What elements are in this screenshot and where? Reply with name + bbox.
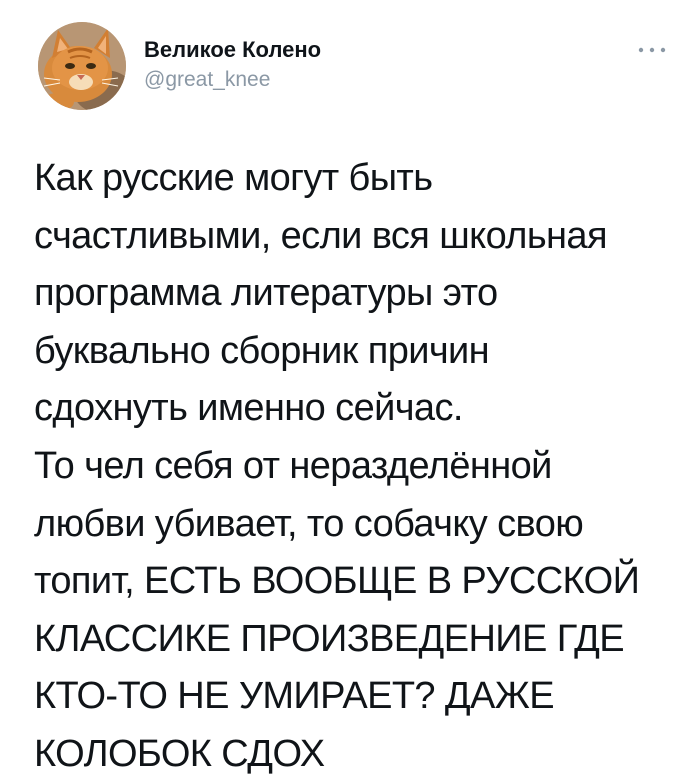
cat-avatar-icon[interactable] <box>38 22 126 110</box>
tweet-text-line: КОЛОБОК СДОХ <box>34 732 325 775</box>
author-display-name[interactable]: Великое Колено <box>144 36 321 64</box>
tweet-header: Великое Колено @great_knee <box>38 22 678 118</box>
tweet-text-line: КЛАССИКЕ ПРОИЗВЕДЕНИЕ ГДЕ <box>34 617 625 660</box>
tweet-text-line: программа литературы это <box>34 272 498 315</box>
more-options-button[interactable] <box>634 40 670 60</box>
tweet-text-line: КТО-ТО НЕ УМИРАЕТ? ДАЖЕ <box>34 675 555 718</box>
author-names: Великое Колено @great_knee <box>144 36 321 94</box>
tweet-text-line: счастливыми, если вся школьная <box>34 214 608 257</box>
tweet-text: Как русские могут быть счастливыми, если… <box>34 150 684 784</box>
tweet-card: Великое Колено @great_knee Как русские м… <box>0 0 700 783</box>
tweet-text-line: сдохнуть именно сейчас. <box>34 387 463 430</box>
tweet-text-line: буквально сборник причин <box>34 329 490 372</box>
author-handle[interactable]: @great_knee <box>144 66 321 94</box>
tweet-text-line: топит, ЕСТЬ ВООБЩЕ В РУССКОЙ <box>34 560 640 603</box>
more-horizontal-icon <box>638 47 666 53</box>
tweet-text-line: любви убивает, то собачку свою <box>34 502 584 545</box>
tweet-text-line: То чел себя от неразделённой <box>34 444 552 487</box>
tweet-text-line: Как русские могут быть <box>34 157 433 199</box>
